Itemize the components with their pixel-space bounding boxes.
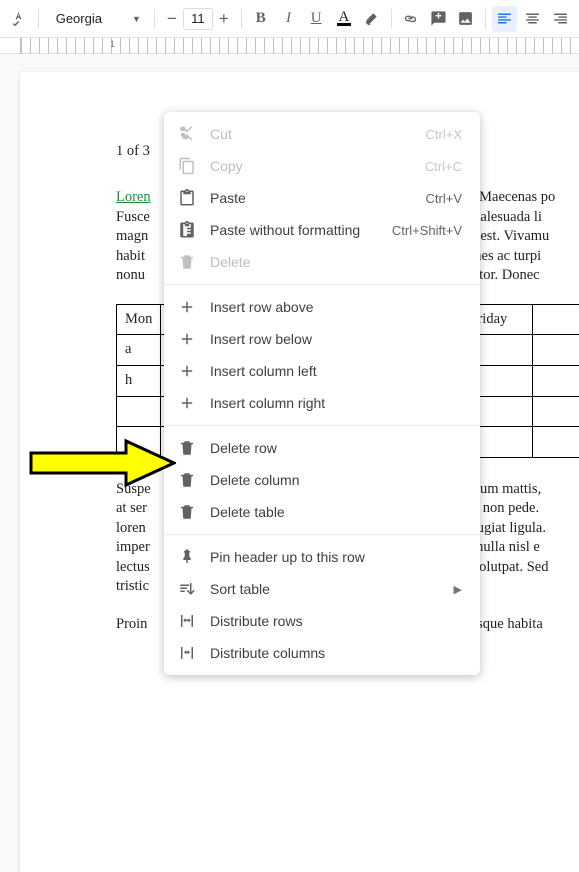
ruler-marker: 1 (110, 39, 115, 49)
menu-copy: Copy Ctrl+C (164, 150, 480, 182)
font-size-stepper: − + (161, 6, 235, 32)
underline-button[interactable]: U (303, 6, 329, 32)
distribute-columns-icon (178, 644, 196, 662)
highlight-button[interactable] (359, 6, 385, 32)
menu-delete: Delete (164, 246, 480, 278)
chevron-right-icon: ▶ (454, 583, 462, 596)
cut-icon (178, 125, 196, 143)
menu-paste-without-formatting[interactable]: Paste without formatting Ctrl+Shift+V (164, 214, 480, 246)
plus-icon (178, 394, 196, 412)
pin-icon (178, 548, 196, 566)
increase-font-button[interactable]: + (213, 7, 235, 31)
document-link[interactable]: Loren (116, 189, 151, 205)
insert-image-button[interactable] (453, 6, 479, 32)
menu-cut: Cut Ctrl+X (164, 118, 480, 150)
spellcheck-icon[interactable] (6, 6, 32, 32)
menu-insert-row-below[interactable]: Insert row below (164, 323, 480, 355)
sort-icon (178, 580, 196, 598)
menu-delete-column[interactable]: Delete column (164, 464, 480, 496)
plus-icon (178, 362, 196, 380)
decrease-font-button[interactable]: − (161, 7, 183, 31)
insert-link-button[interactable] (398, 6, 424, 32)
menu-pin-header[interactable]: Pin header up to this row (164, 541, 480, 573)
paste-icon (178, 189, 196, 207)
menu-insert-row-above[interactable]: Insert row above (164, 291, 480, 323)
trash-icon (178, 471, 196, 489)
context-menu: Cut Ctrl+X Copy Ctrl+C Paste Ctrl+V Past… (164, 112, 480, 675)
font-size-input[interactable] (183, 8, 213, 30)
italic-button[interactable]: I (276, 6, 302, 32)
menu-insert-column-right[interactable]: Insert column right (164, 387, 480, 419)
menu-delete-table[interactable]: Delete table (164, 496, 480, 528)
align-center-button[interactable] (519, 6, 545, 32)
align-right-button[interactable] (547, 6, 573, 32)
menu-delete-row[interactable]: Delete row (164, 432, 480, 464)
toolbar: Georgia ▼ − + B I U A (0, 0, 579, 38)
font-select[interactable]: Georgia ▼ (45, 6, 148, 32)
trash-icon (178, 503, 196, 521)
bold-button[interactable]: B (248, 6, 274, 32)
trash-icon (178, 439, 196, 457)
menu-paste[interactable]: Paste Ctrl+V (164, 182, 480, 214)
align-left-button[interactable] (492, 6, 518, 32)
copy-icon (178, 157, 196, 175)
plus-icon (178, 330, 196, 348)
text-color-button[interactable]: A (331, 6, 357, 32)
menu-distribute-rows[interactable]: Distribute rows (164, 605, 480, 637)
page-counter: 1 of 3 (116, 142, 150, 162)
add-comment-button[interactable] (425, 6, 451, 32)
ruler: 1 (0, 38, 579, 54)
annotation-arrow (26, 438, 176, 493)
menu-sort-table[interactable]: Sort table ▶ (164, 573, 480, 605)
paste-plain-icon (178, 221, 196, 239)
plus-icon (178, 298, 196, 316)
menu-insert-column-left[interactable]: Insert column left (164, 355, 480, 387)
menu-distribute-columns[interactable]: Distribute columns (164, 637, 480, 669)
distribute-rows-icon (178, 612, 196, 630)
trash-icon (178, 253, 196, 271)
font-name: Georgia (56, 11, 102, 26)
chevron-down-icon: ▼ (132, 14, 141, 24)
